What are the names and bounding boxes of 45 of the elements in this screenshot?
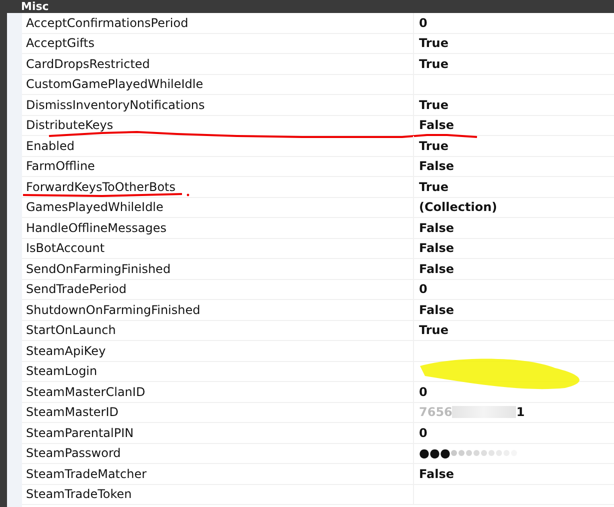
value-text: True <box>419 56 448 71</box>
property-name[interactable]: StartOnLaunch <box>22 320 414 340</box>
value-text: True <box>419 323 448 338</box>
property-name[interactable]: DismissInventoryNotifications <box>22 95 414 114</box>
value-text: True <box>419 98 448 112</box>
property-name[interactable]: SteamApiKey <box>22 341 414 360</box>
property-name[interactable]: CardDropsRestricted <box>22 54 414 74</box>
property-name[interactable]: IsBotAccount <box>22 238 414 258</box>
property-name[interactable]: CustomGamePlayedWhileIdle <box>22 74 414 94</box>
property-name[interactable]: SendOnFarmingFinished <box>22 259 414 278</box>
value-text: False <box>419 220 454 235</box>
property-name[interactable]: SteamMasterClanID <box>22 382 414 402</box>
property-name[interactable]: SteamTradeToken <box>22 484 414 504</box>
property-name[interactable]: SteamLogin <box>22 362 414 381</box>
value-text: False <box>419 118 454 132</box>
value-text: False <box>419 262 454 276</box>
property-name[interactable]: SteamPassword <box>22 444 414 463</box>
value-text: True <box>419 180 448 194</box>
value-text: False <box>419 302 454 317</box>
property-name[interactable]: AcceptConfirmationsPeriod <box>22 13 414 32</box>
value-text: True <box>419 138 448 153</box>
value-text: 7656 <box>419 405 452 420</box>
value-text: False <box>419 466 454 481</box>
property-name[interactable]: SteamTradeMatcher <box>22 464 414 484</box>
property-name[interactable]: AcceptGifts <box>22 34 414 53</box>
property-name[interactable]: HandleOfflineMessages <box>22 218 414 238</box>
property-name[interactable]: SteamParentalPIN <box>22 423 414 442</box>
value-text: 1 <box>516 405 525 420</box>
category-title: Misc <box>21 1 49 13</box>
property-name[interactable]: DistributeKeys <box>22 116 414 135</box>
property-name[interactable]: FarmOffline <box>22 156 414 176</box>
value-text: False <box>419 241 454 256</box>
password-dots: ●●● <box>419 446 450 460</box>
property-name[interactable]: ShutdownOnFarmingFinished <box>22 300 414 320</box>
property-name[interactable]: SendTradePeriod <box>22 280 414 299</box>
value-text: True <box>419 36 448 50</box>
value-text: 0 <box>419 16 428 30</box>
property-name[interactable]: GamesPlayedWhileIdle <box>22 198 414 217</box>
property-name[interactable]: Enabled <box>22 136 414 156</box>
value-text: False <box>419 159 454 174</box>
value-text: 0 <box>419 426 428 440</box>
value-text: 0 <box>419 384 428 399</box>
value-text: 0 <box>419 282 428 296</box>
value-text: (Collection) <box>419 200 498 214</box>
property-name[interactable]: SteamMasterID <box>22 402 414 422</box>
